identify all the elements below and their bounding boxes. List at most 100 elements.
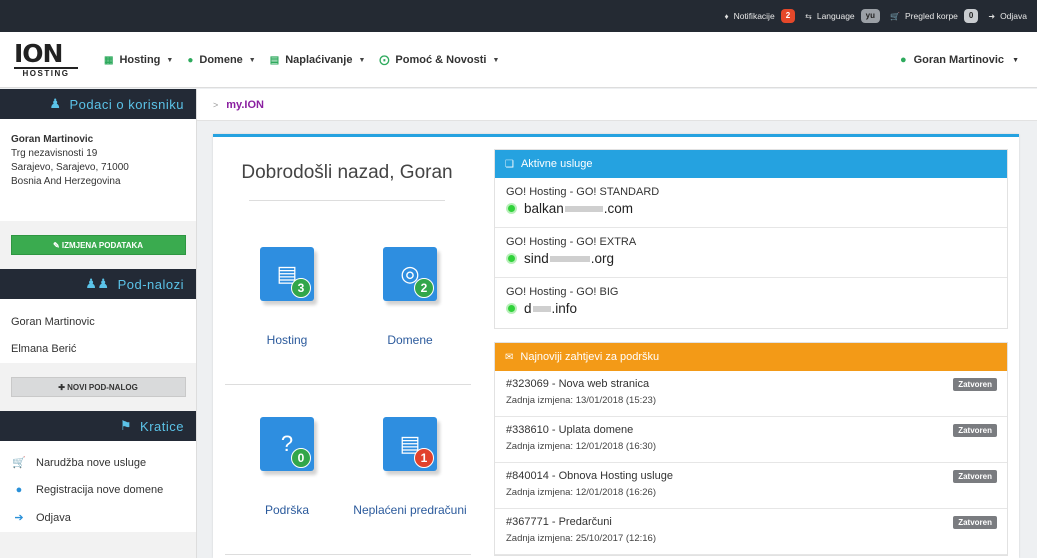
- ticket-title: #323069 - Nova web stranica: [506, 378, 650, 390]
- subaccounts-header: ♟♟ Pod-nalozi: [0, 269, 196, 299]
- dashboard-card: Dobrodošli nazad, Goran ▤ 3 Hosting ◎ 2 …: [213, 134, 1019, 558]
- cart-count-badge: 0: [963, 9, 979, 23]
- top-bar: ♦ Notifikacije 2 ⇆ Language yu 🛒 Pregled…: [0, 0, 1037, 32]
- nav-domene[interactable]: ● Domene ▼: [187, 54, 255, 66]
- ticket-title: #840014 - Obnova Hosting usluge: [506, 470, 673, 482]
- new-subaccount-label: NOVI POD-NALOG: [67, 382, 138, 392]
- logout-label: Odjava: [1000, 11, 1027, 21]
- user-menu[interactable]: ● Goran Martinovic ▼: [900, 32, 1019, 88]
- ticket-status-badge: Zatvoren: [953, 516, 997, 529]
- service-item[interactable]: GO! Hosting - GO! BIG d .info: [495, 278, 1007, 328]
- service-domain-prefix: d: [524, 301, 532, 316]
- lifebuoy-icon: ⨀: [379, 54, 390, 66]
- service-domain-suffix: .org: [590, 251, 615, 266]
- tile-count-badge: 2: [414, 278, 434, 298]
- pencil-icon: ✎: [52, 240, 62, 250]
- bookmark-icon: ⚑: [119, 418, 133, 433]
- chevron-down-icon: ▼: [166, 56, 174, 64]
- users-icon: ♟♟: [85, 276, 110, 291]
- tile-label: Hosting: [266, 333, 308, 347]
- shortcut-new-service[interactable]: 🛒 Narudžba nove usluge: [0, 449, 196, 477]
- address-line-1: Trg nezavisnosti 19: [11, 148, 98, 159]
- service-domain-prefix: balkan: [524, 201, 564, 216]
- service-domain-suffix: .com: [603, 201, 634, 216]
- ticket-date: Zadnja izmjena: 25/10/2017 (12:16): [506, 533, 656, 544]
- language-badge: yu: [860, 9, 881, 23]
- user-info-title: Podaci o korisniku: [69, 96, 184, 112]
- ticket-item[interactable]: #367771 - Predarčuni Zadnja izmjena: 25/…: [495, 509, 1007, 555]
- tile-podrska[interactable]: ? 0 Podrška: [222, 417, 352, 517]
- tile-label: Podrška: [264, 503, 310, 517]
- active-services-header: ❏ Aktivne usluge: [495, 150, 1007, 178]
- tile-domene[interactable]: ◎ 2 Domene: [345, 247, 475, 347]
- tile-hosting[interactable]: ▤ 3 Hosting: [222, 247, 352, 347]
- nav-pomoc[interactable]: ⨀ Pomoć & Novosti ▼: [379, 54, 499, 66]
- subaccount-item[interactable]: Goran Martinovic: [0, 309, 196, 336]
- nav-naplacivanje-label: Naplaćivanje: [285, 54, 353, 66]
- tile-label: Neplaćeni predračuni: [353, 503, 467, 517]
- edit-profile-button[interactable]: ✎ IZMJENA PODATAKA: [10, 235, 186, 255]
- nav-hosting[interactable]: ▦ Hosting ▼: [104, 54, 173, 66]
- shortcut-register-domain[interactable]: ● Registracija nove domene: [0, 477, 196, 504]
- new-subaccount-button[interactable]: ✚ NOVI POD-NALOG: [10, 377, 186, 397]
- logout-icon: ➜: [988, 11, 996, 21]
- active-services-panel: ❏ Aktivne usluge GO! Hosting - GO! STAND…: [494, 149, 1008, 329]
- service-item[interactable]: GO! Hosting - GO! EXTRA sind .org: [495, 228, 1007, 278]
- language-link[interactable]: ⇆ Language yu: [805, 9, 881, 23]
- divider: [225, 384, 471, 385]
- logo-text: ION: [14, 39, 63, 68]
- tile-hosting-icon-box: ▤ 3: [260, 247, 314, 301]
- breadcrumb: > my.ION: [197, 89, 1037, 121]
- support-tickets-header: ✉ Najnoviji zahtjevi za podršku: [495, 343, 1007, 371]
- user-address: Goran Martinovic Trg nezavisnosti 19 Sar…: [0, 119, 196, 221]
- breadcrumb-current[interactable]: my.ION: [226, 99, 264, 111]
- status-active-icon: [506, 253, 517, 264]
- language-icon: ⇆: [805, 11, 812, 21]
- tile-domene-icon-box: ◎ 2: [383, 247, 437, 301]
- chevron-down-icon: ▼: [358, 56, 366, 64]
- divider: [249, 200, 445, 201]
- ticket-status-badge: Zatvoren: [953, 424, 997, 437]
- tile-unpaid-invoices[interactable]: ▤ 1 Neplaćeni predračuni: [345, 417, 475, 517]
- sidebar: ♟ Podaci o korisniku Goran Martinovic Tr…: [0, 89, 197, 558]
- subaccount-item[interactable]: Elmana Berić: [0, 336, 196, 363]
- divider: [225, 554, 471, 555]
- ticket-title: #367771 - Predarčuni: [506, 516, 612, 528]
- address-country: Bosnia And Herzegovina: [11, 176, 121, 187]
- notifications-link[interactable]: ♦ Notifikacije 2: [724, 9, 796, 23]
- notifications-count-badge: 2: [780, 9, 796, 23]
- nav-naplacivanje[interactable]: ▤ Naplaćivanje ▼: [270, 54, 366, 66]
- cart-icon: 🛒: [890, 11, 900, 21]
- language-label: Language: [816, 11, 855, 21]
- shortcut-logout[interactable]: ➔ Odjava: [0, 504, 196, 532]
- ticket-status-badge: Zatvoren: [953, 378, 997, 391]
- status-active-icon: [506, 303, 517, 314]
- ticket-date: Zadnja izmjena: 12/01/2018 (16:26): [506, 487, 656, 498]
- logo-subtext: HOSTING: [14, 67, 78, 79]
- cart-link[interactable]: 🛒 Pregled korpe 0: [890, 9, 979, 23]
- logout-link[interactable]: ➜ Odjava: [988, 11, 1027, 21]
- ticket-item[interactable]: #840014 - Obnova Hosting usluge Zadnja i…: [495, 463, 1007, 509]
- ticket-item[interactable]: #338610 - Uplata domene Zadnja izmjena: …: [495, 417, 1007, 463]
- ticket-status-badge: Zatvoren: [953, 470, 997, 483]
- ticket-date: Zadnja izmjena: 12/01/2018 (16:30): [506, 441, 656, 452]
- cart-icon: 🛒: [12, 457, 26, 469]
- redacted-mark: [532, 305, 551, 312]
- edit-profile-label: IZMJENA PODATAKA: [61, 240, 144, 250]
- ion-hosting-logo[interactable]: ION HOSTING: [14, 41, 80, 81]
- service-domain-prefix: sind: [524, 251, 549, 266]
- credit-card-icon: ▤: [269, 54, 280, 66]
- service-domain: balkan .com: [506, 201, 996, 216]
- service-domain: sind .org: [506, 251, 996, 266]
- service-item[interactable]: GO! Hosting - GO! STANDARD balkan .com: [495, 178, 1007, 228]
- breadcrumb-separator: >: [213, 99, 219, 110]
- service-domain-suffix: .info: [551, 301, 578, 316]
- tile-count-badge: 0: [291, 448, 311, 468]
- redacted-mark: [549, 255, 590, 262]
- active-services-title: Aktivne usluge: [520, 158, 593, 170]
- comments-icon: ✉: [505, 351, 514, 363]
- service-package: GO! Hosting - GO! BIG: [506, 286, 619, 298]
- ticket-item[interactable]: #323069 - Nova web stranica Zadnja izmje…: [495, 371, 1007, 417]
- welcome-section: Dobrodošli nazad, Goran: [213, 137, 481, 201]
- shortcut-label: Narudžba nove usluge: [36, 456, 147, 469]
